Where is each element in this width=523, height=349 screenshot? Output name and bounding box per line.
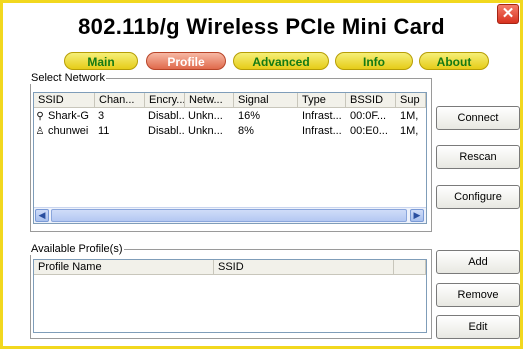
- signal-cell: 8%: [238, 125, 254, 137]
- scroll-left-icon[interactable]: ◀: [35, 209, 49, 222]
- ssid-cell: chunwei: [48, 125, 89, 137]
- available-profiles-legend: Available Profile(s): [30, 243, 124, 255]
- column-header-ssid[interactable]: SSID: [34, 93, 95, 108]
- scroll-right-icon[interactable]: ▶: [410, 209, 424, 222]
- type-cell: Infrast...: [302, 125, 342, 137]
- supported-rates-cell: 1M,: [400, 110, 419, 122]
- encryption-cell: Disabl...: [148, 125, 184, 137]
- remove-button[interactable]: Remove: [436, 283, 520, 307]
- column-header-encryption[interactable]: Encry...: [145, 93, 185, 108]
- column-header-type[interactable]: Type: [298, 93, 346, 108]
- column-header-network[interactable]: Netw...: [185, 93, 234, 108]
- adhoc-user-icon: ♙: [35, 126, 45, 137]
- profile-list[interactable]: Profile Name SSID: [33, 259, 427, 333]
- connect-button[interactable]: Connect: [436, 106, 520, 130]
- tab-main[interactable]: Main: [64, 52, 138, 70]
- table-row[interactable]: ⚲ Shark-G 3 Disabl... Unkn... 16% Infras…: [34, 109, 426, 123]
- rescan-button[interactable]: Rescan: [436, 145, 520, 169]
- channel-cell: 3: [98, 110, 105, 122]
- edit-button[interactable]: Edit: [436, 315, 520, 339]
- column-header-signal[interactable]: Signal: [234, 93, 298, 108]
- network-cell: Unkn...: [188, 125, 223, 137]
- window-title: 802.11b/g Wireless PCIe Mini Card: [78, 14, 445, 39]
- tab-advanced[interactable]: Advanced: [233, 52, 329, 70]
- supported-rates-cell: 1M,: [400, 125, 419, 137]
- column-header-channel[interactable]: Chan...: [95, 93, 145, 108]
- network-list[interactable]: SSID Chan... Encry... Netw... Signal Typ…: [33, 92, 427, 224]
- close-button[interactable]: ✕: [497, 4, 519, 24]
- tab-info[interactable]: Info: [335, 52, 413, 70]
- network-cell: Unkn...: [188, 110, 223, 122]
- column-header-bssid[interactable]: BSSID: [346, 93, 396, 108]
- table-row[interactable]: ♙ chunwei 11 Disabl... Unkn... 8% Infras…: [34, 124, 426, 138]
- select-network-legend: Select Network: [30, 72, 106, 84]
- column-header-supported-rates[interactable]: Sup: [396, 93, 426, 108]
- ssid-cell: Shark-G: [48, 110, 89, 122]
- scrollbar-thumb[interactable]: [51, 209, 407, 222]
- channel-cell: 11: [98, 125, 110, 137]
- bssid-cell: 00:0F...: [350, 110, 387, 122]
- column-header-profile-ssid[interactable]: SSID: [214, 260, 394, 275]
- bssid-cell: 00:E0...: [350, 125, 388, 137]
- column-header-extra[interactable]: [394, 260, 426, 275]
- encryption-cell: Disabl...: [148, 110, 184, 122]
- tab-profile[interactable]: Profile: [146, 52, 226, 70]
- column-header-profile-name[interactable]: Profile Name: [34, 260, 214, 275]
- configure-button[interactable]: Configure: [436, 185, 520, 209]
- signal-cell: 16%: [238, 110, 261, 122]
- type-cell: Infrast...: [302, 110, 342, 122]
- horizontal-scrollbar[interactable]: ◀ ▶: [34, 207, 426, 223]
- access-point-icon: ⚲: [36, 111, 44, 122]
- tab-about[interactable]: About: [419, 52, 489, 70]
- add-button[interactable]: Add: [436, 250, 520, 274]
